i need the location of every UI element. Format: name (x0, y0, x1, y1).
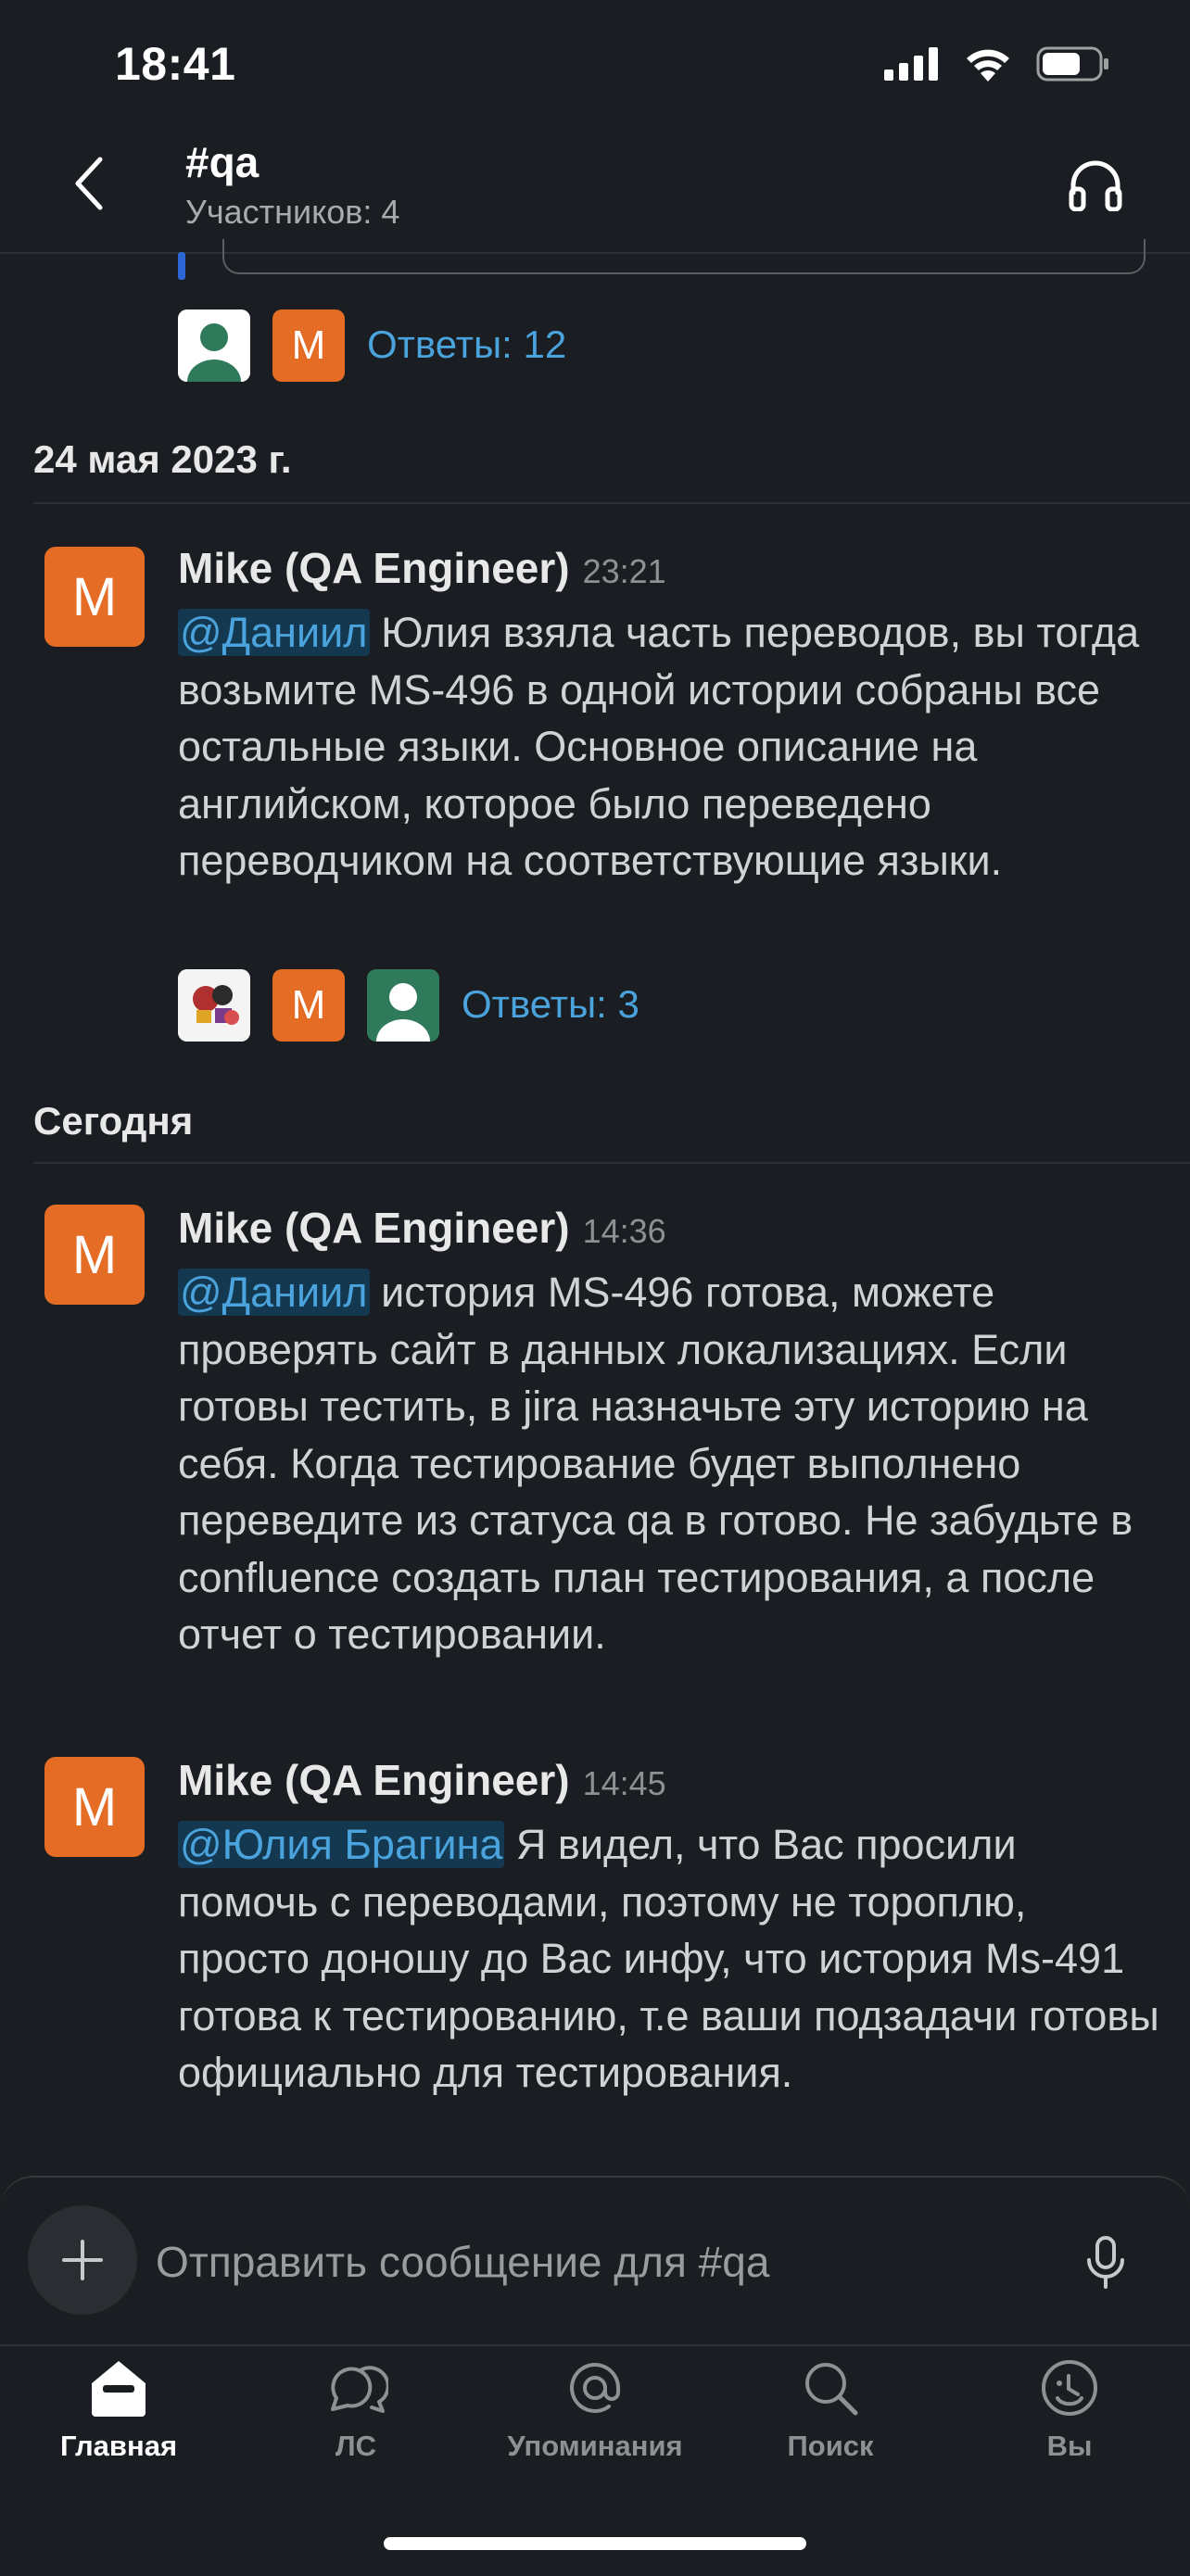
status-icons (884, 46, 1110, 82)
quote-accent-bar (178, 252, 185, 280)
tab-label: Поиск (787, 2430, 874, 2462)
user-mention[interactable]: @Даниил (178, 1269, 370, 1316)
author-name[interactable]: Mike (QA Engineer) (178, 544, 570, 592)
date-divider: Сегодня (33, 1099, 194, 1143)
date-divider: 24 мая 2023 г. (33, 437, 292, 481)
tab-label: Вы (1046, 2430, 1093, 2462)
status-time: 18:41 (115, 38, 236, 90)
channel-header (0, 120, 1190, 254)
divider (33, 502, 1190, 504)
message-time: 14:45 (582, 1764, 666, 1802)
profile-icon (1042, 2360, 1097, 2416)
home-icon (92, 2361, 146, 2417)
message-text: @Даниил Юлия взяла часть переводов, вы т… (178, 604, 1160, 890)
tab-home[interactable]: Главная (26, 2357, 211, 2463)
user-mention[interactable]: @Даниил (178, 609, 370, 656)
tab-dms[interactable]: ЛС (263, 2357, 449, 2463)
avatar[interactable]: M (44, 1205, 145, 1305)
battery-icon (1036, 46, 1108, 82)
thread-replies-link[interactable]: Ответы: 12 (367, 322, 566, 367)
avatar[interactable]: M (44, 547, 145, 647)
message-author[interactable]: Mike (QA Engineer) 14:45 (178, 1755, 666, 1805)
thread-replies-link[interactable]: Ответы: 3 (462, 982, 639, 1027)
avatar: M (272, 969, 345, 1042)
member-count[interactable]: Участников: 4 (185, 193, 399, 232)
tab-search[interactable]: Поиск (738, 2357, 923, 2463)
message-input[interactable] (156, 2233, 1027, 2291)
message-author[interactable]: Mike (QA Engineer) 23:21 (178, 543, 666, 593)
home-indicator (384, 2537, 806, 2550)
tab-label: Главная (59, 2430, 178, 2462)
search-icon (805, 2363, 858, 2416)
author-name[interactable]: Mike (QA Engineer) (178, 1756, 570, 1804)
add-attachment-button[interactable] (28, 2205, 137, 2315)
headphones-icon[interactable] (1068, 159, 1123, 216)
at-icon (570, 2363, 620, 2413)
message-text: @Даниил история MS-496 готова, можете пр… (178, 1264, 1160, 1663)
divider (33, 1162, 1190, 1164)
channel-title[interactable]: #qa (185, 137, 259, 187)
wifi-icon (967, 49, 1009, 82)
plus-icon (62, 2240, 103, 2280)
message-time: 23:21 (582, 552, 666, 590)
message-time: 14:36 (582, 1212, 666, 1250)
message-text: @Юлия Брагина Я видел, что Вас просили п… (178, 1816, 1160, 2102)
signal-icon (884, 47, 938, 81)
tab-you[interactable]: Вы (977, 2357, 1162, 2463)
author-name[interactable]: Mike (QA Engineer) (178, 1204, 570, 1252)
user-mention[interactable]: @Юлия Брагина (178, 1821, 505, 1868)
avatar (178, 969, 250, 1042)
microphone-icon[interactable] (1084, 2235, 1127, 2295)
back-icon[interactable] (70, 156, 108, 216)
dm-icon (331, 2366, 388, 2413)
avatar[interactable]: M (44, 1757, 145, 1857)
avatar (367, 969, 439, 1042)
avatar: M (272, 309, 345, 382)
message-author[interactable]: Mike (QA Engineer) 14:36 (178, 1203, 666, 1253)
message-body: история MS-496 готова, можете проверять … (178, 1269, 1133, 1658)
tab-label: Упоминания (507, 2430, 683, 2462)
attachment-preview[interactable] (222, 239, 1146, 274)
tab-label: ЛС (335, 2430, 377, 2462)
avatar (178, 309, 250, 382)
tab-mentions[interactable]: Упоминания (502, 2357, 688, 2463)
